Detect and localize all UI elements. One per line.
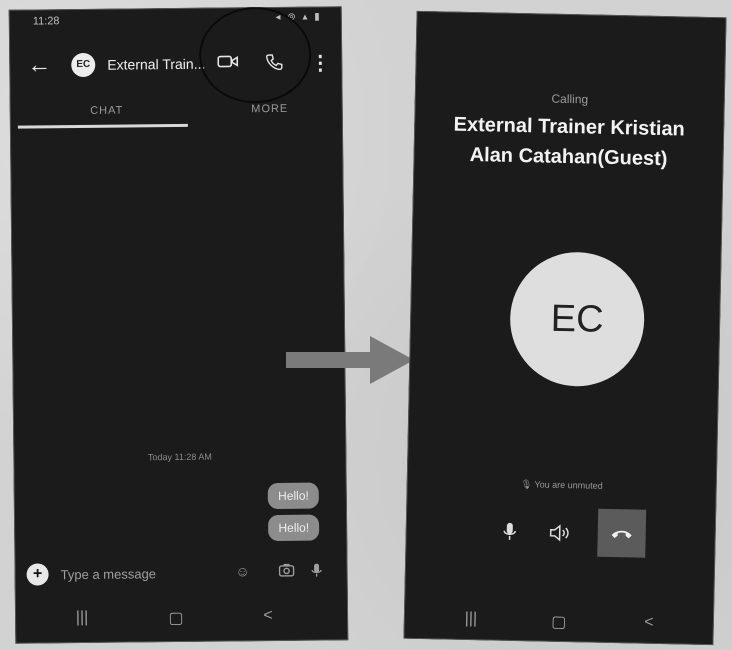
speaker-icon [549,524,569,542]
message-input[interactable] [60,561,221,586]
tab-chat[interactable]: CHAT [32,96,182,126]
avatar: EC [508,250,646,388]
avatar[interactable]: EC [71,52,96,78]
back-button[interactable]: < [253,607,283,625]
transition-arrow-icon [286,336,414,384]
message-composer: + ☺ [14,554,347,593]
active-tab-indicator [17,123,188,129]
system-nav-bar: ||| ▢ < [403,593,714,645]
message-bubble[interactable]: Hello! [268,514,320,542]
recent-apps-button[interactable]: ||| [456,610,486,629]
date-separator: Today 11:28 AM [147,451,212,463]
status-time: 11:28 [32,15,60,28]
chat-screen: 11:28 ◂ ⊚ ▴ ▮ ← EC External Train... ⋮ C… [8,6,349,644]
recent-apps-button[interactable]: ||| [67,609,97,627]
call-controls [485,506,666,558]
speaker-button[interactable] [535,507,584,556]
microphone-icon[interactable] [306,562,326,581]
call-status-label: Calling [551,91,589,107]
tab-more[interactable]: MORE [210,94,330,123]
arrow-left-icon[interactable]: ← [27,51,55,79]
chat-title[interactable]: External Train... [107,56,205,73]
caller-name: External Trainer Kristian Alan Catahan(G… [453,113,686,171]
mute-status: 🎙 You are unmuted [407,477,717,494]
chat-tabs: CHAT MORE [10,94,343,125]
microphone-icon [503,523,516,541]
system-nav-bar: ||| ▢ < [15,590,349,643]
microphone-icon: 🎙 [520,479,533,490]
message-bubble[interactable]: Hello! [267,482,319,510]
end-call-icon [611,530,632,539]
mute-status-text: You are unmuted [534,479,603,491]
calling-screen: Calling External Trainer Kristian Alan C… [403,10,727,646]
back-button[interactable]: < [634,614,664,633]
mute-button[interactable] [485,506,534,555]
home-button[interactable]: ▢ [161,608,191,628]
emoji-icon[interactable]: ☺ [232,563,252,579]
add-icon[interactable]: + [26,563,49,586]
end-call-button[interactable] [597,508,647,558]
camera-icon[interactable] [276,563,296,580]
home-button[interactable]: ▢ [544,612,574,633]
